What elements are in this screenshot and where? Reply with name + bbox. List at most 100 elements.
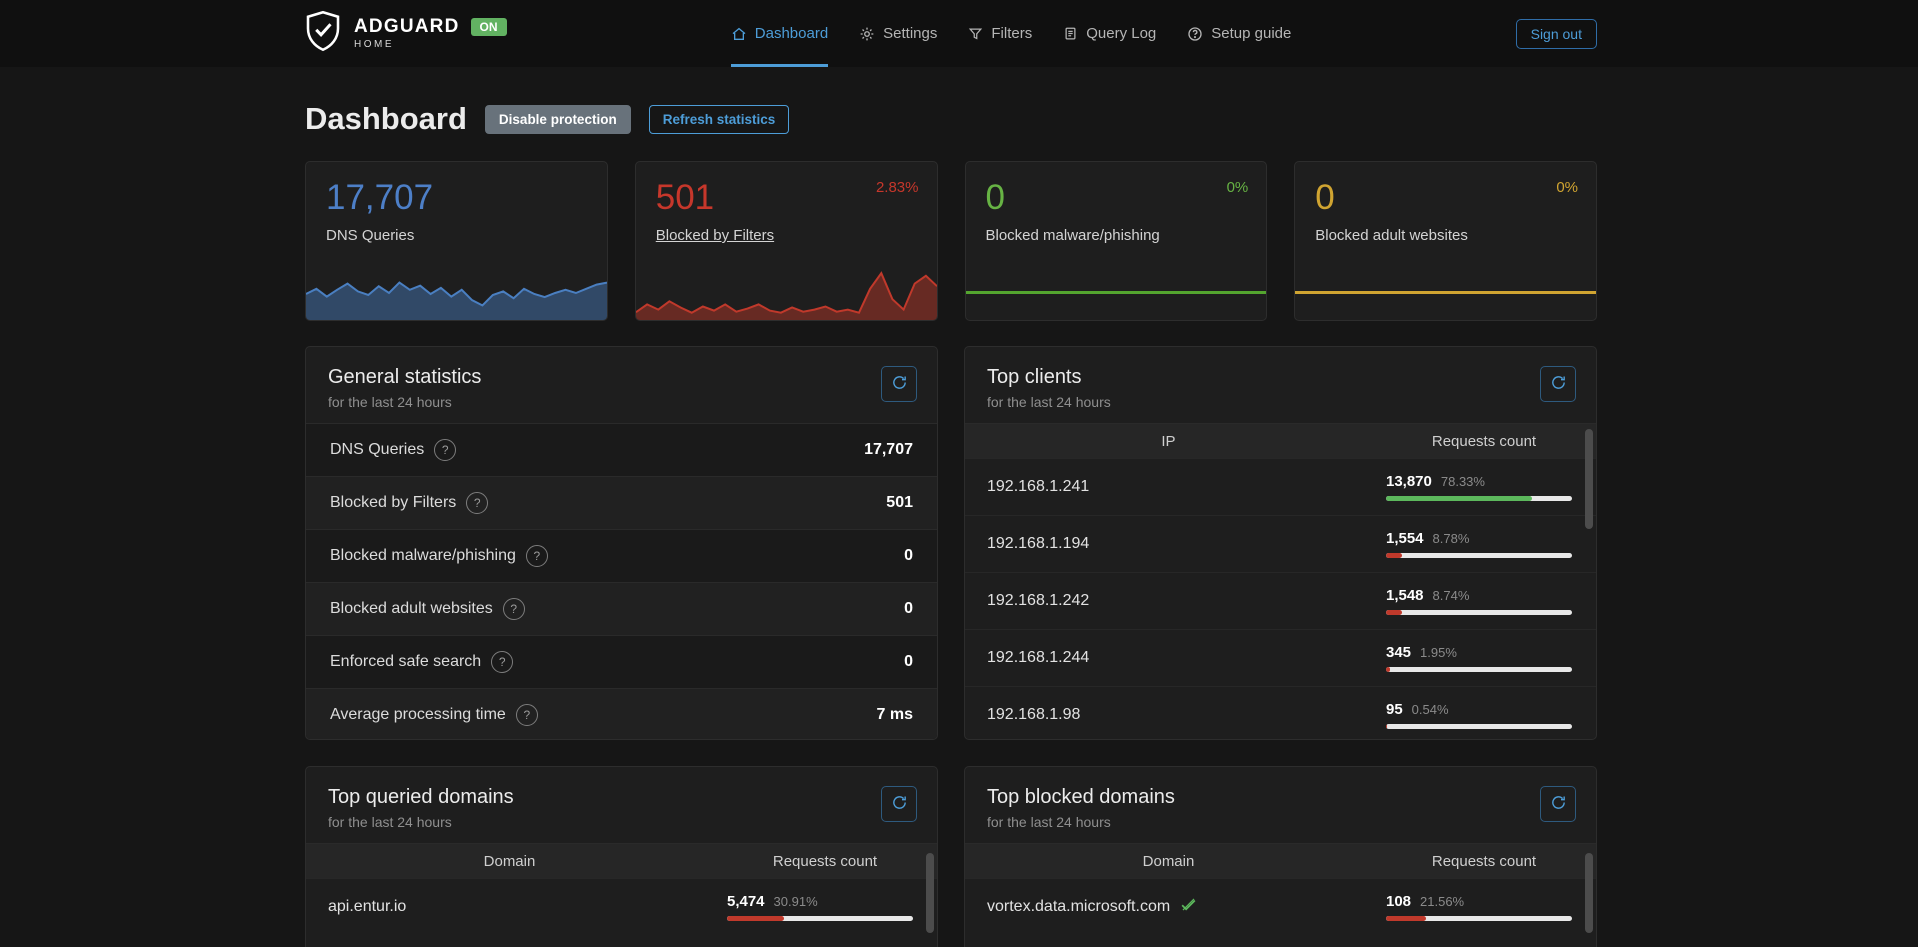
scrollbar-thumb[interactable] (926, 853, 934, 933)
general-statistics-title: General statistics (328, 366, 915, 389)
stat-row-blocked-filters: Blocked by Filters? 501 (306, 476, 937, 529)
refresh-icon (891, 794, 908, 814)
middle-panels: General statistics for the last 24 hours… (305, 346, 1597, 740)
top-navbar: ADGUARD ON HOME Dashboard Settings (0, 0, 1918, 67)
column-header-domain: Domain (306, 853, 713, 870)
top-blocked-table-header: Domain Requests count (965, 843, 1596, 878)
nav-tab-query-log[interactable]: Query Log (1063, 0, 1156, 67)
column-header-ip: IP (965, 433, 1372, 450)
domain-percent: 30.91% (774, 894, 818, 909)
top-queried-table-header: Domain Requests count (306, 843, 937, 878)
refresh-statistics-button[interactable]: Refresh statistics (649, 105, 790, 134)
refresh-top-clients-button[interactable] (1540, 366, 1576, 402)
client-ip[interactable]: 192.168.1.194 (965, 535, 1372, 553)
nav-tab-settings[interactable]: Settings (859, 0, 937, 67)
dns-queries-value: 17,707 (306, 162, 607, 218)
scrollbar-thumb[interactable] (1585, 853, 1593, 933)
nav-tab-dashboard[interactable]: Dashboard (731, 0, 828, 67)
nav-tab-setup-guide[interactable]: Setup guide (1187, 0, 1291, 67)
client-row: 192.168.1.241 13,87078.33% (965, 458, 1596, 515)
row-label: Blocked adult websites (330, 600, 493, 618)
row-label: Enforced safe search (330, 653, 481, 671)
help-icon[interactable]: ? (526, 545, 548, 567)
check-slash-icon[interactable] (1179, 895, 1198, 919)
brand-subtitle: HOME (354, 40, 507, 50)
client-count: 13,870 (1386, 473, 1432, 490)
row-label: Average processing time (330, 706, 506, 724)
nav-tab-filters-label: Filters (991, 25, 1032, 42)
client-ip[interactable]: 192.168.1.242 (965, 592, 1372, 610)
client-ip[interactable]: 192.168.1.241 (965, 478, 1372, 496)
stat-row-safe-search: Enforced safe search? 0 (306, 635, 937, 688)
client-count: 1,548 (1386, 587, 1424, 604)
nav-tab-dashboard-label: Dashboard (755, 25, 828, 42)
row-label: Blocked by Filters (330, 494, 456, 512)
column-header-requests: Requests count (1372, 433, 1596, 450)
queried-domain[interactable]: api.entur.io (306, 898, 713, 916)
help-icon[interactable]: ? (503, 598, 525, 620)
signout-button[interactable]: Sign out (1516, 19, 1597, 49)
scrollbar-thumb[interactable] (1585, 429, 1593, 529)
help-icon[interactable]: ? (491, 651, 513, 673)
nav-tab-query-log-label: Query Log (1086, 25, 1156, 42)
blocked-malware-flatline (966, 291, 1267, 294)
document-icon (1063, 26, 1078, 41)
client-percent: 8.78% (1433, 531, 1470, 546)
client-row: 192.168.1.242 1,548 8.74% (965, 572, 1596, 629)
stat-card-dns-queries: 17,707 DNS Queries (305, 161, 608, 321)
client-count: 1,554 (1386, 530, 1424, 547)
blocked-filters-link[interactable]: Blocked by Filters (656, 227, 774, 244)
column-header-requests: Requests count (1372, 853, 1596, 870)
general-statistics-subtitle: for the last 24 hours (328, 394, 915, 410)
page-title: Dashboard (305, 101, 467, 137)
column-header-domain: Domain (965, 853, 1372, 870)
client-row: 192.168.1.194 1,554 8.78% (965, 515, 1596, 572)
domain-row: vortex.data.microsoft.com 108 21.56% (965, 878, 1596, 935)
help-icon[interactable]: ? (434, 439, 456, 461)
general-statistics-panel: General statistics for the last 24 hours… (305, 346, 938, 740)
client-ip[interactable]: 192.168.1.98 (965, 706, 1372, 724)
progress-bar (1386, 667, 1572, 672)
stat-card-blocked-adult: 0% 0 Blocked adult websites (1294, 161, 1597, 321)
refresh-general-statistics-button[interactable] (881, 366, 917, 402)
row-value: 0 (904, 653, 913, 671)
help-icon[interactable]: ? (516, 704, 538, 726)
row-value: 7 ms (877, 706, 913, 724)
refresh-top-blocked-button[interactable] (1540, 786, 1576, 822)
adguard-home-logo[interactable]: ADGUARD ON HOME (305, 10, 507, 57)
blocked-adult-value: 0 (1295, 162, 1596, 218)
blocked-malware-label: Blocked malware/phishing (966, 218, 1267, 244)
refresh-icon (1550, 794, 1567, 814)
top-blocked-domains-subtitle: for the last 24 hours (987, 814, 1574, 830)
nav-tab-filters[interactable]: Filters (968, 0, 1032, 67)
row-value: 0 (904, 600, 913, 618)
client-ip[interactable]: 192.168.1.244 (965, 649, 1372, 667)
domain-row: api.entur.io 5,47430.91% (306, 878, 937, 935)
top-clients-subtitle: for the last 24 hours (987, 394, 1574, 410)
dashboard-home-icon (731, 26, 747, 42)
refresh-top-queried-button[interactable] (881, 786, 917, 822)
progress-bar (1386, 496, 1572, 501)
domain-count: 108 (1386, 893, 1411, 910)
blocked-filters-sparkline (636, 268, 937, 320)
funnel-icon (968, 26, 983, 41)
disable-protection-button[interactable]: Disable protection (485, 105, 631, 134)
domain-percent: 21.56% (1420, 894, 1464, 909)
refresh-icon (1550, 374, 1567, 394)
gear-icon (859, 26, 875, 42)
dns-queries-sparkline (306, 268, 607, 320)
client-row: 192.168.1.98 950.54% (965, 686, 1596, 740)
client-count: 345 (1386, 644, 1411, 661)
progress-bar (1386, 610, 1572, 615)
stat-row-dns-queries: DNS Queries? 17,707 (306, 423, 937, 476)
help-icon[interactable]: ? (466, 492, 488, 514)
client-percent: 8.74% (1433, 588, 1470, 603)
top-clients-title: Top clients (987, 366, 1574, 389)
brand-name: ADGUARD (354, 17, 460, 36)
question-circle-icon (1187, 26, 1203, 42)
top-blocked-domains-panel: Top blocked domains for the last 24 hour… (964, 766, 1597, 947)
blocked-malware-percent: 0% (1227, 179, 1249, 196)
blocked-domain[interactable]: vortex.data.microsoft.com (987, 898, 1170, 916)
column-header-requests: Requests count (713, 853, 937, 870)
top-blocked-domains-title: Top blocked domains (987, 786, 1574, 809)
